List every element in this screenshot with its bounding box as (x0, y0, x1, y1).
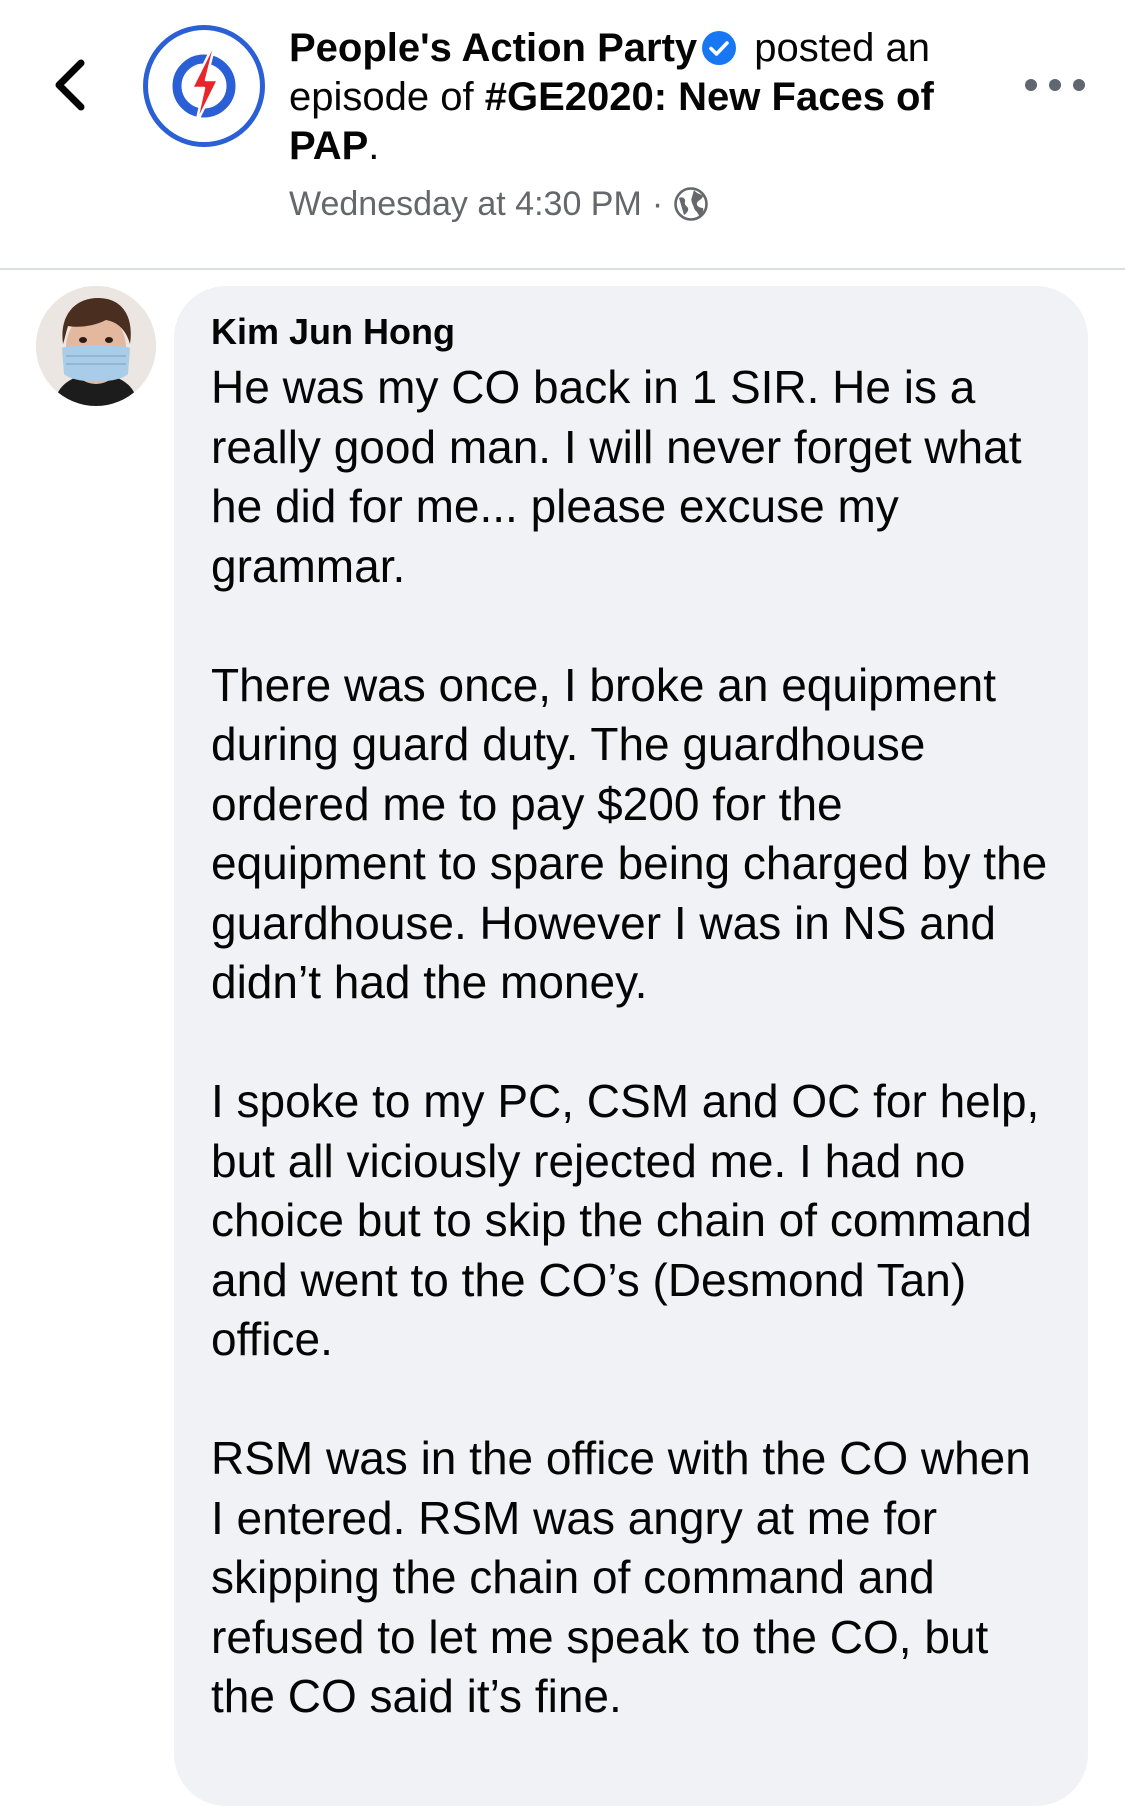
back-button[interactable] (40, 50, 100, 120)
commenter-name-link[interactable]: Kim Jun Hong (211, 308, 1052, 356)
commenter-avatar[interactable] (36, 286, 156, 406)
more-options-button[interactable] (1025, 70, 1085, 100)
more-dot-icon (1049, 79, 1061, 91)
post-header: People's Action Party posted an episode … (0, 0, 1125, 268)
profile-photo-icon (36, 286, 156, 406)
more-dot-icon (1073, 79, 1085, 91)
comment-paragraph: He was my CO back in 1 SIR. He is a real… (211, 361, 1022, 592)
post-timestamp[interactable]: Wednesday at 4:30 PM (289, 183, 642, 225)
post-header-text: People's Action Party posted an episode … (289, 24, 979, 225)
header-divider (0, 268, 1125, 270)
title-period: . (368, 124, 380, 168)
chevron-left-icon (55, 59, 85, 111)
more-dot-icon (1025, 79, 1037, 91)
post-meta: Wednesday at 4:30 PM · (289, 183, 979, 225)
comment-paragraph: There was once, I broke an equipment dur… (211, 658, 1048, 1009)
pap-logo-icon (172, 46, 236, 126)
globe-icon[interactable] (673, 186, 709, 222)
meta-separator: · (651, 185, 664, 223)
comment-paragraph: RSM was in the office with the CO when I… (211, 1432, 1031, 1722)
comment-body: He was my CO back in 1 SIR. He is a real… (211, 358, 1052, 1727)
page-name-link[interactable]: People's Action Party (289, 26, 697, 70)
comment-bubble: Kim Jun Hong He was my CO back in 1 SIR.… (174, 286, 1088, 1806)
page-avatar[interactable] (143, 25, 265, 147)
comment-paragraph: I spoke to my PC, CSM and OC for help, b… (211, 1075, 1040, 1365)
verified-badge-icon (702, 31, 737, 65)
